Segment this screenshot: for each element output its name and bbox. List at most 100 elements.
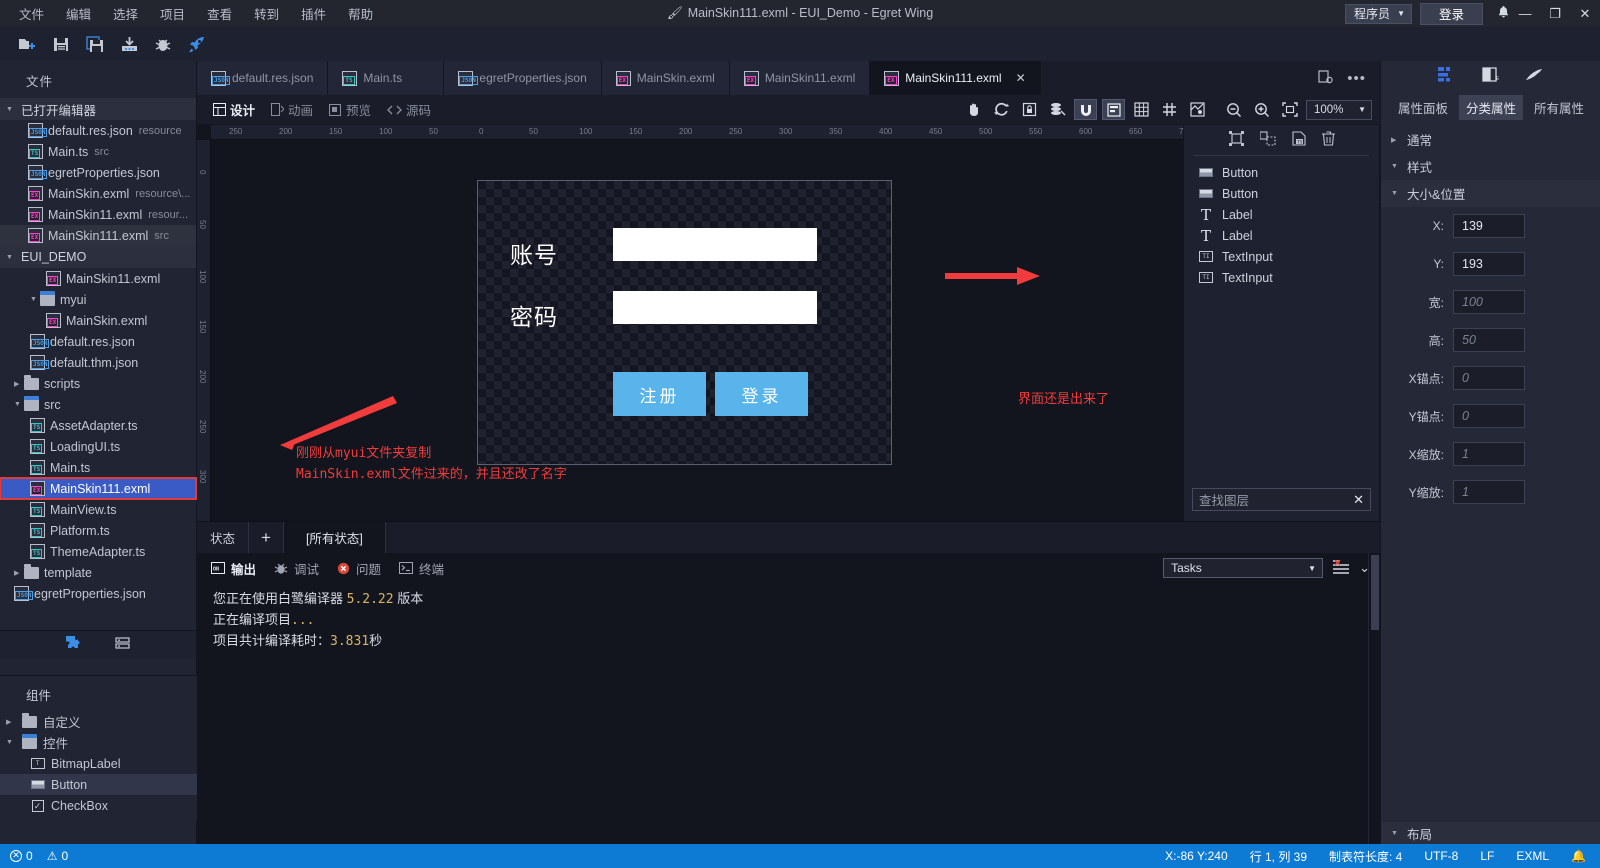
skin-button[interactable]: 注册: [613, 372, 706, 416]
chevron-right-icon[interactable]: ▶: [14, 380, 24, 388]
editor-tab[interactable]: EX MainSkin.exml: [601, 61, 730, 95]
align-icon[interactable]: [1102, 99, 1125, 120]
warnings-indicator[interactable]: ⚠ 0: [47, 849, 68, 863]
properties-group[interactable]: ▼ 样式: [1381, 153, 1600, 180]
magnet-snap-icon[interactable]: [1074, 99, 1097, 120]
save-all-icon[interactable]: [78, 31, 112, 57]
wing-icon[interactable]: [1525, 68, 1543, 85]
login-button[interactable]: 登录: [1419, 2, 1483, 25]
console-scrollbar[interactable]: [1368, 553, 1380, 844]
console-tab[interactable]: 问题: [337, 559, 381, 578]
property-input[interactable]: 193: [1453, 252, 1525, 276]
create-ts-icon[interactable]: TS: [1291, 131, 1306, 149]
skin-button[interactable]: 登录: [715, 372, 808, 416]
line-ending[interactable]: LF: [1480, 849, 1494, 863]
chevron-down-icon[interactable]: ▼: [14, 401, 24, 408]
component-group[interactable]: ▼ 控件: [0, 732, 197, 753]
property-input[interactable]: 50: [1453, 328, 1525, 352]
more-actions-icon[interactable]: •••: [1347, 70, 1366, 87]
layer-item[interactable]: Button: [1184, 183, 1379, 204]
clear-search-icon[interactable]: ✕: [1353, 492, 1364, 508]
skin-label[interactable]: 账号: [510, 236, 558, 270]
skin-textinput[interactable]: [613, 228, 817, 261]
project-header[interactable]: ▼ EUI_DEMO: [0, 246, 196, 268]
editor-tab[interactable]: EX MainSkin111.exml ✕: [870, 61, 1041, 95]
ruler-icon[interactable]: [1186, 99, 1209, 120]
encoding[interactable]: UTF-8: [1424, 849, 1458, 863]
component-item[interactable]: ✓ CheckBox: [0, 795, 197, 816]
menu-item-6[interactable]: 插件: [290, 0, 337, 27]
tree-item[interactable]: JSON egretProperties.json: [0, 583, 196, 604]
notification-bell-icon[interactable]: [1497, 5, 1510, 22]
open-editor-item[interactable]: JSON default.res.json resource: [0, 120, 196, 141]
split-editor-icon[interactable]: [1318, 69, 1333, 87]
language-mode[interactable]: EXML: [1516, 849, 1549, 863]
open-editor-item[interactable]: JSON egretProperties.json: [0, 162, 196, 183]
tree-item[interactable]: TS Platform.ts: [0, 520, 196, 541]
open-editor-item[interactable]: EX MainSkin111.exml src: [0, 225, 196, 246]
chevron-right-icon[interactable]: ▶: [1391, 136, 1401, 144]
run-rocket-icon[interactable]: [180, 31, 214, 57]
cursor-coordinates[interactable]: X:-86 Y:240: [1165, 849, 1228, 863]
skin-textinput[interactable]: [613, 291, 817, 324]
tree-item[interactable]: JSON default.res.json: [0, 331, 196, 352]
delete-icon[interactable]: [1321, 131, 1335, 149]
properties-tab[interactable]: 所有属性: [1527, 95, 1591, 120]
zoom-in-icon[interactable]: [1250, 99, 1273, 120]
property-input[interactable]: 0: [1453, 404, 1525, 428]
menu-item-5[interactable]: 转到: [243, 0, 290, 27]
debug-bug-icon[interactable]: [146, 31, 180, 57]
menu-item-3[interactable]: 项目: [149, 0, 196, 27]
property-input[interactable]: 139: [1453, 214, 1525, 238]
layer-item[interactable]: TI TextInput: [1184, 246, 1379, 267]
library-icon[interactable]: E: [1482, 67, 1500, 85]
lock-icon[interactable]: [1018, 99, 1041, 120]
new-project-icon[interactable]: [10, 31, 44, 57]
tree-item[interactable]: ▼ src: [0, 394, 196, 415]
close-tab-icon[interactable]: ✕: [1016, 71, 1026, 85]
tree-item[interactable]: ▼ myui: [0, 289, 196, 310]
tree-item[interactable]: TS LoadingUI.ts: [0, 436, 196, 457]
hand-tool-icon[interactable]: [962, 99, 985, 120]
open-editor-item[interactable]: EX MainSkin.exml resource\...: [0, 183, 196, 204]
layout-group[interactable]: ▼ 布局: [1381, 822, 1600, 844]
tree-item[interactable]: EX MainSkin.exml: [0, 310, 196, 331]
grid-icon[interactable]: [1130, 99, 1153, 120]
select-all-icon[interactable]: [1228, 131, 1244, 149]
clear-console-icon[interactable]: [1333, 558, 1350, 577]
properties-group[interactable]: ▶ 通常: [1381, 126, 1600, 153]
skin-stage[interactable]: 账号 密码 注册 登录: [477, 180, 892, 465]
tree-item[interactable]: TS ThemeAdapter.ts: [0, 541, 196, 562]
server-icon[interactable]: [114, 636, 131, 654]
editor-mode-动画[interactable]: 动画: [263, 97, 321, 122]
layer-item[interactable]: T Label: [1184, 204, 1379, 225]
layer-item[interactable]: T Label: [1184, 225, 1379, 246]
tasks-select[interactable]: Tasks ▼: [1163, 558, 1324, 578]
properties-tab[interactable]: 分类属性: [1459, 95, 1524, 120]
console-tab[interactable]: ON 输出: [211, 559, 256, 578]
editor-tab[interactable]: JSON default.res.json: [197, 61, 329, 95]
tree-item[interactable]: JSON default.thm.json: [0, 352, 196, 373]
editor-tab[interactable]: JSON egretProperties.json: [444, 61, 602, 95]
menu-item-4[interactable]: 查看: [196, 0, 243, 27]
import-icon[interactable]: [112, 31, 146, 57]
chevron-down-icon[interactable]: ▼: [30, 296, 40, 303]
menu-item-1[interactable]: 编辑: [55, 0, 102, 27]
zoom-out-icon[interactable]: [1222, 99, 1245, 120]
add-state-button[interactable]: +: [248, 522, 283, 553]
layer-item[interactable]: TI TextInput: [1184, 267, 1379, 288]
chevron-right-icon[interactable]: ▶: [6, 718, 16, 726]
component-group[interactable]: ▶ 自定义: [0, 711, 197, 732]
chevron-down-icon[interactable]: ▼: [1391, 190, 1401, 197]
property-input[interactable]: 0: [1453, 366, 1525, 390]
tree-item[interactable]: ▶ template: [0, 562, 196, 583]
tree-item[interactable]: TS MainView.ts: [0, 499, 196, 520]
editor-mode-预览[interactable]: 预览: [321, 97, 379, 122]
zoom-level-select[interactable]: 100% ▼: [1306, 99, 1372, 120]
extensions-icon[interactable]: [65, 635, 82, 654]
properties-group[interactable]: ▼ 大小&位置: [1381, 180, 1600, 207]
refresh-icon[interactable]: [990, 99, 1013, 120]
tab-size[interactable]: 制表符长度: 4: [1329, 848, 1402, 865]
layers-icon[interactable]: [1046, 99, 1069, 120]
tree-item-selected[interactable]: EX MainSkin111.exml: [0, 477, 197, 500]
